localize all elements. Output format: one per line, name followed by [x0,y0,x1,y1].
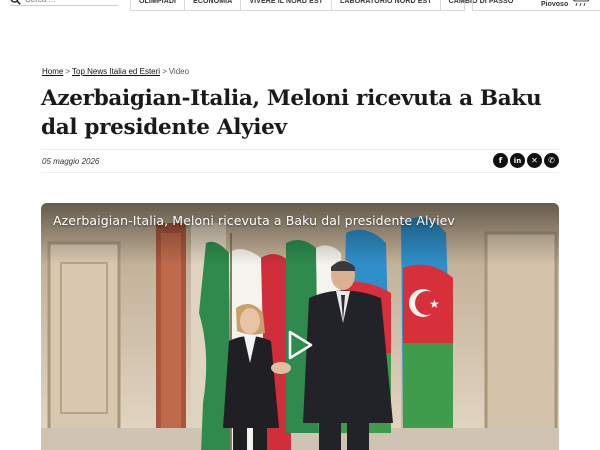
video-thumbnail: ★ [41,203,559,450]
weather-widget[interactable]: Piovoso [472,0,600,11]
breadcrumb-current: Video [168,67,190,76]
top-bar: OLIMPIADI ECONOMIA VIVERE IL NORD EST LA… [0,0,600,12]
breadcrumb-separator: > [65,67,71,76]
video-title: Azerbaigian-Italia, Meloni ricevuta a Ba… [53,213,455,228]
nav-item-laboratorio-nord-est[interactable]: LABORATORIO NORD EST [332,0,441,10]
article-title: Azerbaigian-Italia, Meloni ricevuta a Ba… [41,86,542,140]
play-icon[interactable] [287,330,313,360]
search-input[interactable] [25,0,105,5]
breadcrumb-section-link[interactable]: Top News Italia ed Esteri [72,67,160,76]
breadcrumb: Home > Top News Italia ed Esteri > Video [42,67,189,76]
video-player[interactable]: ★ Azerbaigian-Italia, Meloni ricevuta a … [41,203,559,450]
breadcrumb-home-link[interactable]: Home [42,67,63,76]
nav-item-vivere-il-nord-est[interactable]: VIVERE IL NORD EST [241,0,333,10]
article-date: 05 maggio 2026 [42,157,100,166]
breadcrumb-separator: > [162,67,167,76]
share-buttons: f in ✕ ✆ [493,153,559,168]
search-icon[interactable] [10,0,21,5]
article-meta: 05 maggio 2026 f in ✕ ✆ [41,149,559,173]
weather-label: Piovoso [541,1,569,8]
main-nav: OLIMPIADI ECONOMIA VIVERE IL NORD EST LA… [130,0,513,11]
nav-item-economia[interactable]: ECONOMIA [185,0,242,10]
cloud-rain-icon [572,0,590,7]
nav-item-olimpiadi[interactable]: OLIMPIADI [131,0,186,10]
facebook-icon[interactable]: f [493,153,508,168]
linkedin-icon[interactable]: in [510,153,525,168]
search-box[interactable] [10,0,118,6]
x-icon[interactable]: ✕ [527,153,542,168]
whatsapp-icon[interactable]: ✆ [544,153,559,168]
